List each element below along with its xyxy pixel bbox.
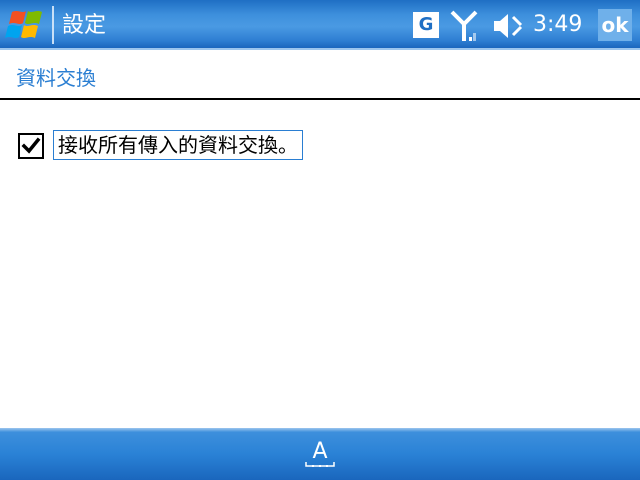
signal-antenna-icon[interactable] [450, 9, 478, 43]
clock[interactable]: 3:49 [533, 11, 582, 39]
app-title: 設定 [62, 13, 107, 38]
section-divider [0, 98, 640, 100]
sip-label: A [312, 439, 327, 464]
accept-beam-label[interactable]: 接收所有傳入的資料交換。 [53, 130, 303, 160]
windows-flag-icon [5, 11, 42, 38]
accept-beam-checkbox[interactable] [18, 133, 44, 159]
input-panel-icon[interactable]: A [302, 438, 338, 472]
checkmark-icon [21, 137, 41, 154]
start-menu-button[interactable] [4, 6, 48, 44]
g-status-icon[interactable]: G [413, 12, 439, 38]
title-separator [52, 6, 54, 44]
speaker-muted-icon[interactable] [492, 11, 526, 41]
bottom-bar: A [0, 428, 640, 480]
title-bar: 設定 G 3:49 ok [0, 0, 640, 50]
section-header: 資料交換 [16, 66, 96, 90]
ok-button[interactable]: ok [598, 9, 632, 41]
